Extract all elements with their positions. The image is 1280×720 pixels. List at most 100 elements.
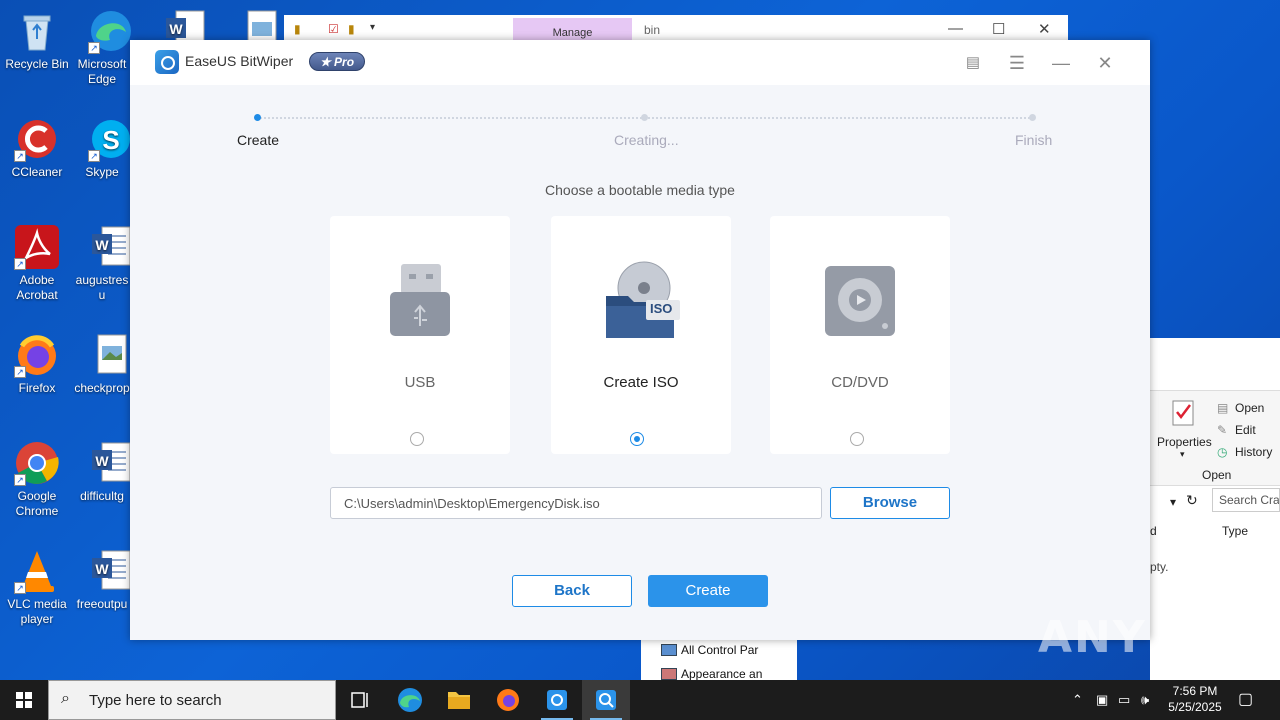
step-dot-create — [254, 114, 261, 121]
shortcut-arrow-icon: ↗ — [14, 582, 26, 594]
folder-icon[interactable]: ▮ — [294, 22, 301, 36]
image-file-icon — [88, 332, 134, 378]
adobe-acrobat-icon: ↗ — [14, 224, 60, 270]
search-placeholder: Type here to search — [89, 692, 222, 709]
desktop: Recycle Bin ↗ CCleaner ↗ Adobe Acrobat ↗… — [0, 0, 1280, 680]
radio-create-iso[interactable] — [630, 432, 644, 446]
notification-icon[interactable]: ▢ — [1238, 680, 1253, 720]
appearance-icon — [661, 668, 677, 680]
desktop-icon-label: augustresu — [75, 273, 129, 302]
easeus-bitwiper-window: EaseUS BitWiper ★ Pro ▤ ☰ — ✕ Create Cre… — [130, 40, 1150, 640]
desktop-icon-recycle-bin[interactable]: Recycle Bin — [0, 8, 74, 72]
word-document-icon: W — [88, 440, 134, 486]
minimize-icon[interactable]: — — [1048, 50, 1074, 76]
step-label-finish: Finish — [1015, 132, 1053, 148]
system-clock[interactable]: 7:56 PM 5/25/2025 — [1162, 683, 1228, 715]
shortcut-arrow-icon: ↗ — [88, 42, 100, 54]
option-label: USB — [404, 374, 436, 391]
desktop-icon-label: Skype — [85, 165, 119, 179]
option-cd-dvd[interactable]: CD/DVD — [770, 216, 950, 454]
menu-icon[interactable]: ☰ — [1004, 50, 1030, 76]
desktop-icon-label: CCleaner — [11, 165, 63, 179]
chevron-down-icon[interactable]: ▾ — [370, 22, 375, 33]
usb-icon — [375, 256, 465, 346]
back-button[interactable]: Back — [512, 575, 632, 607]
nav-item[interactable]: All Control Par — [681, 643, 758, 657]
media-type-prompt: Choose a bootable media type — [545, 182, 735, 198]
desktop-icon-firefox[interactable]: ↗ Firefox — [0, 332, 74, 396]
search-icon: ⌕ — [61, 690, 70, 707]
nav-item[interactable]: Appearance an — [681, 667, 762, 680]
desktop-icon-vlc[interactable]: ↗ VLC media player — [0, 548, 74, 627]
device-icon[interactable]: ▣ — [1096, 680, 1108, 720]
desktop-icon-label: Adobe Acrobat — [16, 273, 58, 302]
close-icon[interactable]: ✕ — [1038, 20, 1051, 38]
search-input[interactable]: Search Crac — [1212, 488, 1280, 512]
properties-button[interactable]: Properties — [1157, 435, 1212, 449]
shortcut-arrow-icon: ↗ — [14, 150, 26, 162]
app-logo-icon — [155, 50, 179, 74]
recycle-bin-icon — [14, 8, 60, 54]
properties-icon[interactable] — [1170, 399, 1196, 430]
pro-badge-label: Pro — [334, 55, 355, 69]
iso-path-input[interactable] — [330, 487, 822, 519]
shortcut-arrow-icon: ↗ — [14, 258, 26, 270]
open-icon: ▤ — [1217, 401, 1229, 415]
taskbar-search[interactable]: ⌕ Type here to search — [48, 680, 336, 720]
history-button[interactable]: History — [1235, 445, 1272, 459]
browse-button[interactable]: Browse — [830, 487, 950, 519]
taskbar-firefox[interactable] — [484, 680, 532, 720]
taskbar-easeus-installer[interactable] — [533, 680, 581, 720]
task-view-button[interactable] — [336, 680, 384, 720]
desktop-icon-google-chrome[interactable]: ↗ Google Chrome — [0, 440, 74, 519]
chevron-down-icon[interactable]: ▾ — [1180, 449, 1185, 460]
network-icon[interactable]: ▭ — [1118, 680, 1130, 720]
desktop-icon-label: Google Chrome — [15, 489, 59, 518]
svg-text:S: S — [102, 125, 119, 155]
option-label: CD/DVD — [831, 374, 889, 391]
iso-folder-icon: ISO — [596, 256, 686, 346]
close-icon[interactable]: ✕ — [1092, 50, 1118, 76]
chevron-up-icon[interactable]: ⌃ — [1072, 680, 1083, 720]
column-header-type[interactable]: Type — [1222, 524, 1248, 538]
taskbar-easeus-bitwiper[interactable] — [582, 680, 630, 720]
iso-badge: ISO — [650, 301, 673, 316]
option-create-iso[interactable]: ISO Create ISO — [551, 216, 731, 454]
edit-button[interactable]: Edit — [1235, 423, 1256, 437]
properties-icon[interactable]: ☑ — [328, 22, 339, 36]
create-button[interactable]: Create — [648, 575, 768, 607]
desktop-icon-label: Firefox — [18, 381, 56, 395]
vlc-icon: ↗ — [14, 548, 60, 594]
desktop-icon-label: VLC media player — [7, 597, 67, 626]
new-folder-icon[interactable]: ▮ — [348, 22, 355, 36]
chevron-down-icon[interactable]: ▾ — [1170, 495, 1176, 509]
desktop-icon-label: checkprop — [74, 381, 130, 395]
shortcut-arrow-icon: ↗ — [14, 366, 26, 378]
desktop-icon-adobe-acrobat[interactable]: ↗ Adobe Acrobat — [0, 224, 74, 303]
start-button[interactable] — [0, 680, 48, 720]
feedback-icon[interactable]: ▤ — [960, 50, 986, 76]
edge-icon: ↗ — [88, 8, 134, 54]
desktop-icon-ccleaner[interactable]: ↗ CCleaner — [0, 116, 74, 180]
firefox-icon — [497, 689, 519, 711]
history-icon: ◷ — [1217, 445, 1228, 459]
minimize-icon[interactable]: — — [948, 20, 963, 37]
option-usb[interactable]: USB — [330, 216, 510, 454]
pro-badge[interactable]: ★ Pro — [309, 52, 365, 71]
control-panel-nav: All Control Par Appearance an — [641, 640, 797, 680]
taskbar-edge[interactable] — [386, 680, 434, 720]
taskbar-file-explorer[interactable] — [435, 680, 483, 720]
clock-date: 5/25/2025 — [1168, 700, 1222, 714]
explorer-title: bin — [644, 23, 661, 37]
column-header[interactable]: d — [1150, 524, 1157, 538]
word-document-icon: W — [88, 224, 134, 270]
radio-usb[interactable] — [410, 432, 424, 446]
step-indicator: Create Creating... Finish — [130, 85, 1150, 155]
radio-cd-dvd[interactable] — [850, 432, 864, 446]
open-button[interactable]: Open — [1235, 401, 1264, 415]
volume-icon[interactable]: 🕪 — [1141, 680, 1149, 720]
svg-text:W: W — [95, 453, 109, 469]
refresh-icon[interactable]: ↻ — [1186, 492, 1198, 509]
maximize-icon[interactable]: ☐ — [992, 20, 1005, 38]
shortcut-arrow-icon: ↗ — [88, 150, 100, 162]
